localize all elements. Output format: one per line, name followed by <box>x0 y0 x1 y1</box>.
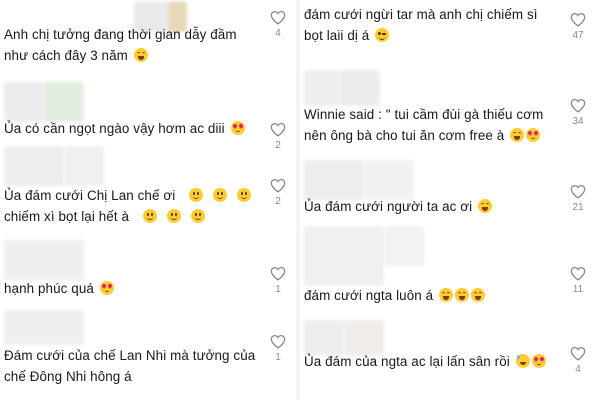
comment-line: nên ông bà cho tui ăn cơm free à <box>304 128 505 143</box>
laugh-emoji-icon <box>471 288 485 302</box>
smile-emoji-icon <box>166 209 181 223</box>
comment-text: Ủa có cần ngọt ngào vậy hơm ac diii <box>4 118 262 139</box>
laugh-emoji-icon <box>133 48 148 62</box>
like-button[interactable]: 4 <box>266 10 290 39</box>
like-count: 11 <box>572 284 584 295</box>
like-count: 1 <box>275 352 281 363</box>
comment-line: đám cưới ngừi tar mà anh chị chiếm sì <box>304 7 538 22</box>
like-button[interactable]: 2 <box>266 178 290 207</box>
smile-emoji-icon <box>190 209 205 223</box>
heart-icon <box>566 98 590 113</box>
like-button[interactable]: 21 <box>566 184 590 213</box>
comment-line: đám cưới ngta luôn á <box>304 288 434 303</box>
laugh-emoji-icon <box>478 199 493 213</box>
blurred-avatar <box>340 70 380 106</box>
heart-icon <box>566 12 590 27</box>
smile-emoji-icon <box>189 188 204 202</box>
comment-line: chiếm xì bọt lại hết à <box>4 209 130 224</box>
laugh-emoji-icon <box>455 288 469 302</box>
like-count: 21 <box>572 202 584 213</box>
comment-text: Đám cưới của chế Lan Nhi mà tưởng của chế… <box>4 345 262 387</box>
comment-line: như cách đây 3 năm <box>4 48 128 63</box>
comment-text: đám cưới ngta luôn á <box>304 285 562 306</box>
comment-line: Ủa đám của ngta ac lại lấn sân rồi <box>304 354 510 369</box>
heart-icon <box>266 10 290 25</box>
like-button[interactable]: 47 <box>566 12 590 41</box>
love-emoji-icon <box>99 281 114 295</box>
blurred-avatar <box>304 226 384 286</box>
smile-emoji-icon <box>142 209 157 223</box>
comment-line: bọt laii dị á <box>304 28 370 43</box>
comment-text: đám cưới ngừi tar mà anh chị chiếm sì bọt… <box>304 4 562 46</box>
like-count: 34 <box>572 116 584 127</box>
like-count: 2 <box>275 196 281 207</box>
laugh-emoji-icon <box>510 128 525 142</box>
smile-emoji-icon <box>237 188 252 202</box>
like-button[interactable]: 11 <box>566 266 590 295</box>
comment-text: Ủa đám của ngta ac lại lấn sân rồi <box>304 351 562 372</box>
love-emoji-icon <box>526 128 541 142</box>
blurred-avatar <box>64 146 104 186</box>
blurred-avatar <box>304 160 364 200</box>
heart-icon <box>266 266 290 281</box>
like-count: 47 <box>572 30 584 41</box>
comment-text: Anh chị tưởng đang thời gian dẫy đầm như … <box>4 24 262 66</box>
right-comment-column: đám cưới ngừi tar mà anh chị chiếm sì bọt… <box>300 0 600 400</box>
comment-line: hạnh phúc quá <box>4 281 94 296</box>
love-emoji-icon <box>230 121 245 135</box>
like-count: 4 <box>275 28 281 39</box>
sweat-emoji-icon <box>515 354 530 368</box>
comment-line: Ủa có cần ngọt ngào vậy hơm ac diii <box>4 121 225 136</box>
comment-text: Ủa đám cưới người ta ac ơi <box>304 196 562 217</box>
comment-text: Winnie said : " tui cầm đùi gà thiếu cơm… <box>304 104 562 146</box>
heart-icon <box>566 266 590 281</box>
blurred-avatar <box>44 82 84 122</box>
blurred-avatar <box>4 146 64 186</box>
comment-line: Ủa đám cưới Chị Lan chế ơi <box>4 188 176 203</box>
comment-text: Ủa đám cưới Chị Lan chế ơi chiếm xì bọt … <box>4 185 262 227</box>
comment-text: hạnh phúc quá <box>4 278 262 299</box>
like-button[interactable]: 1 <box>266 266 290 295</box>
heart-icon <box>266 122 290 137</box>
comment-line: chế Đông Nhi hông á <box>4 369 132 384</box>
comment-line: Ủa đám cưới người ta ac ơi <box>304 199 473 214</box>
heart-icon <box>266 334 290 349</box>
wink-emoji-icon <box>375 28 390 42</box>
heart-icon <box>266 178 290 193</box>
like-count: 1 <box>275 284 281 295</box>
blurred-avatar <box>364 160 414 200</box>
like-button[interactable]: 2 <box>266 122 290 151</box>
like-count: 2 <box>275 140 281 151</box>
like-button[interactable]: 1 <box>266 334 290 363</box>
comment-line: Anh chị tưởng đang thời gian dẫy đầm <box>4 27 237 42</box>
blurred-avatar <box>4 240 84 280</box>
like-button[interactable]: 34 <box>566 98 590 127</box>
love-emoji-icon <box>531 354 546 368</box>
comment-line: Winnie said : " tui cầm đùi gà thiếu cơm <box>304 107 544 122</box>
left-comment-column: Anh chị tưởng đang thời gian dẫy đầm như … <box>0 0 296 400</box>
like-button[interactable]: 4 <box>566 346 590 375</box>
heart-icon <box>566 346 590 361</box>
blurred-avatar <box>304 70 340 106</box>
laugh-emoji-icon <box>439 288 453 302</box>
smile-emoji-icon <box>213 188 228 202</box>
blurred-avatar <box>4 310 84 345</box>
like-count: 4 <box>575 364 581 375</box>
heart-icon <box>566 184 590 199</box>
blurred-avatar <box>384 226 424 266</box>
comment-line: Đám cưới của chế Lan Nhi mà tưởng của <box>4 348 256 363</box>
blurred-avatar <box>4 82 44 122</box>
